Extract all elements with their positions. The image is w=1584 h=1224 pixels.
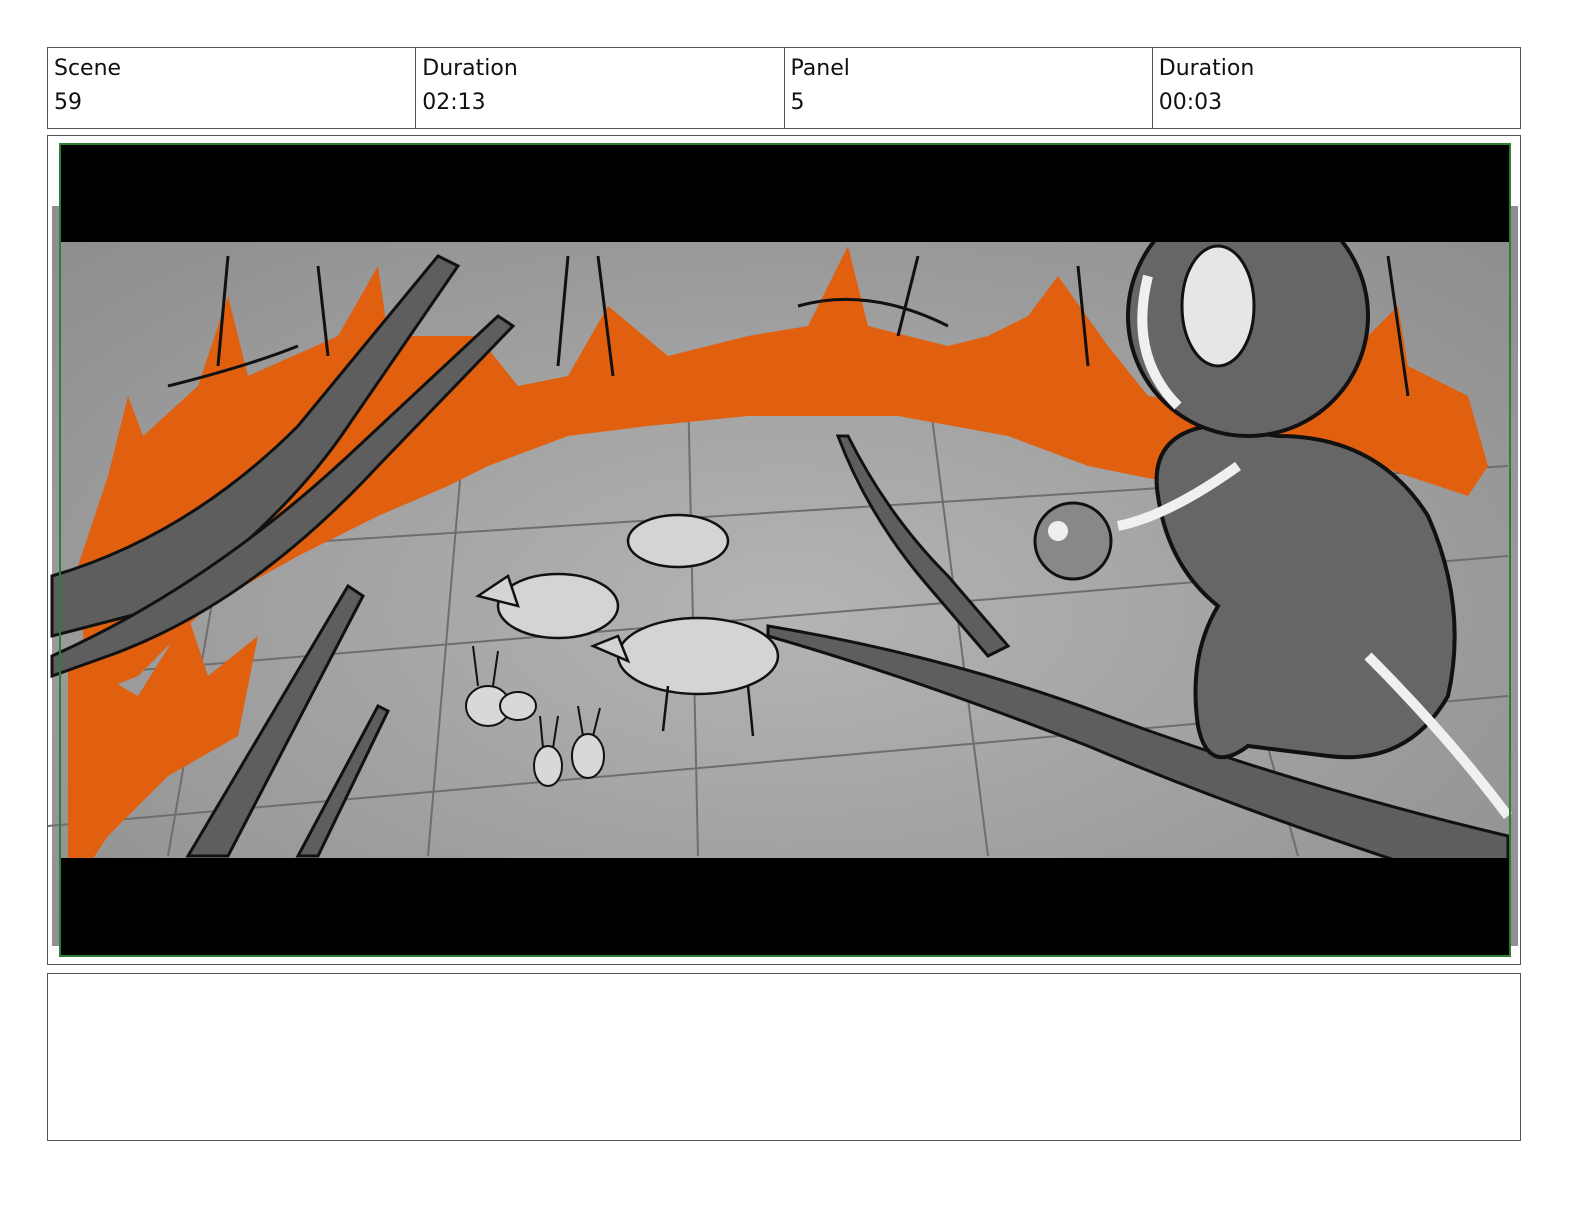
scene-value: 59 [54,90,82,115]
storyboard-frame [47,135,1521,965]
panel-duration-cell: Duration 00:03 [1153,48,1520,128]
panel-duration-value: 00:03 [1158,90,1223,115]
panel-duration-label: Duration [1158,56,1255,81]
scene-duration-label: Duration [422,56,518,81]
panel-value: 5 [790,90,805,115]
panel-cell: Panel 5 [785,48,1153,128]
scene-duration-value: 02:13 [422,90,486,115]
scene-duration-cell: Duration 02:13 [416,48,785,128]
panel-notes [47,973,1521,1141]
storyboard-drawing [48,143,1518,957]
scene-cell: Scene 59 [48,48,417,128]
scene-label: Scene [54,56,122,81]
panel-label: Panel [790,56,850,81]
panel-header: Scene 59 Duration 02:13 Panel 5 Duration… [47,47,1521,129]
